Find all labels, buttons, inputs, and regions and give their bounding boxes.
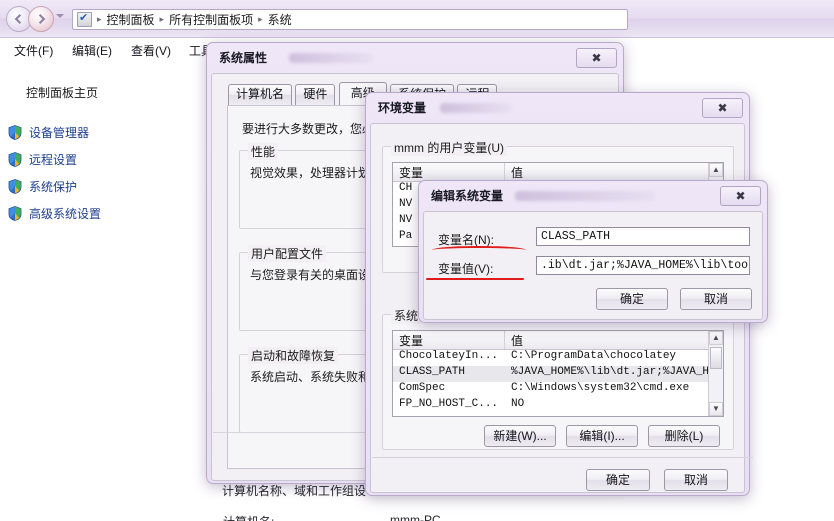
startup-recovery-group-title: 启动和故障恢复 <box>248 347 339 364</box>
computer-name-label: 计算机名: <box>223 513 274 521</box>
user-profiles-description: 与您登录有关的桌面设 <box>250 268 371 282</box>
system-properties-title: 系统属性 <box>219 51 268 65</box>
column-header-variable[interactable]: 变量 <box>393 331 505 349</box>
variable-name: FP_NO_HOST_C... <box>399 398 499 410</box>
computer-name-value: mmm-PC <box>390 513 441 521</box>
variable-name: ChocolateyIn... <box>399 350 499 362</box>
breadcrumb-separator: ▸ <box>258 14 263 24</box>
variable-value-label: 变量值(V): <box>438 262 494 276</box>
sidebar-item-label: 高级系统设置 <box>29 206 102 221</box>
table-row[interactable]: ChocolateyIn... C:\ProgramData\chocolatey <box>393 350 723 366</box>
menu-file[interactable]: 文件(F) <box>14 42 53 59</box>
menu-edit[interactable]: 编辑(E) <box>72 42 112 59</box>
variable-value: NO <box>511 398 525 410</box>
variable-value: C:\Windows\system32\cmd.exe <box>511 382 690 394</box>
environment-variables-titlebar[interactable]: 环境变量 ✖ <box>370 97 745 123</box>
red-annotation-underline-name <box>432 246 526 250</box>
recent-pages-chevron-down-icon[interactable] <box>56 14 64 18</box>
variable-name-input[interactable]: CLASS_PATH <box>536 227 750 246</box>
delete-variable-button[interactable]: 删除(L) <box>648 425 720 447</box>
system-variables-list[interactable]: 变量 值 ChocolateyIn... C:\ProgramData\choco… <box>392 330 724 417</box>
table-row[interactable]: ComSpec C:\Windows\system32\cmd.exe <box>393 382 723 398</box>
back-arrow-icon <box>14 14 25 24</box>
close-icon[interactable]: ✖ <box>576 48 617 68</box>
startup-recovery-description: 系统启动、系统失败和 <box>250 370 371 384</box>
system-variables-group-title: 系统 <box>391 307 422 324</box>
forward-arrow-icon <box>35 14 46 24</box>
scrollbar-thumb[interactable] <box>710 347 722 369</box>
sidebar-item-remote-settings[interactable]: 远程设置 <box>8 149 77 169</box>
menu-view[interactable]: 查看(V) <box>131 42 171 59</box>
sidebar: 控制面板主页 设备管理器 远程设置 系统保护 高级系统设置 <box>0 66 205 521</box>
close-icon[interactable]: ✖ <box>702 98 743 118</box>
system-properties-titlebar[interactable]: 系统属性 ✖ <box>211 47 619 73</box>
variable-value-input[interactable]: .ib\dt.jar;%JAVA_HOME%\lib\tools.jar <box>536 256 750 275</box>
new-variable-button[interactable]: 新建(W)... <box>484 425 556 447</box>
shield-icon <box>8 124 22 140</box>
system-list-scrollbar[interactable]: ▲ ▼ <box>708 331 723 416</box>
breadcrumb-separator: ▸ <box>159 14 165 24</box>
close-icon[interactable]: ✖ <box>720 186 761 206</box>
computer-section-heading: 计算机名称、域和工作组设 <box>222 484 367 498</box>
environment-variables-title: 环境变量 <box>378 101 427 115</box>
shield-icon <box>8 151 22 167</box>
column-header-value[interactable]: 值 <box>505 331 723 349</box>
breadcrumb-item-all-items[interactable]: 所有控制面板项 <box>166 11 256 28</box>
tab-hardware[interactable]: 硬件 <box>295 84 336 105</box>
sidebar-item-system-protection[interactable]: 系统保护 <box>8 176 77 196</box>
user-variables-group-title: mmm 的用户变量(U) <box>391 139 507 156</box>
sidebar-item-label: 设备管理器 <box>29 125 90 140</box>
sidebar-item-device-manager[interactable]: 设备管理器 <box>8 122 89 142</box>
column-header-value[interactable]: 值 <box>505 163 723 181</box>
system-variables-list-header: 变量 值 <box>393 331 723 350</box>
shield-icon <box>8 178 22 194</box>
ok-button[interactable]: 确定 <box>586 469 650 491</box>
performance-description: 视觉效果，处理器计划 <box>250 166 371 180</box>
title-blur-redaction <box>289 53 373 63</box>
scroll-up-arrow-icon[interactable]: ▲ <box>709 331 723 345</box>
scroll-down-arrow-icon[interactable]: ▼ <box>709 402 723 416</box>
edit-system-variable-title: 编辑系统变量 <box>431 189 504 203</box>
tab-computer-name[interactable]: 计算机名 <box>228 84 293 105</box>
sidebar-item-label: 远程设置 <box>29 152 78 167</box>
breadcrumb-item-control-panel[interactable]: 控制面板 <box>104 11 158 28</box>
control-panel-icon <box>77 11 92 27</box>
screen: ▸ 控制面板 ▸ 所有控制面板项 ▸ 系统 文件(F) 编辑(E) 查看(V) … <box>0 0 834 521</box>
title-blur-redaction <box>440 103 512 113</box>
address-bar[interactable]: ▸ 控制面板 ▸ 所有控制面板项 ▸ 系统 <box>72 9 628 30</box>
edit-variable-button[interactable]: 编辑(I)... <box>566 425 638 447</box>
sidebar-item-home[interactable]: 控制面板主页 <box>26 84 98 101</box>
variable-name: CLASS_PATH <box>399 366 466 378</box>
variable-value: %JAVA_HOME%\lib\dt.jar;%JAVA_HO... <box>511 366 723 378</box>
sidebar-item-advanced-system-settings[interactable]: 高级系统设置 <box>8 203 101 223</box>
cancel-button[interactable]: 取消 <box>680 288 752 310</box>
table-row-selected[interactable]: CLASS_PATH %JAVA_HOME%\lib\dt.jar;%JAVA_H… <box>393 366 723 382</box>
ok-button[interactable]: 确定 <box>596 288 668 310</box>
scroll-up-arrow-icon[interactable]: ▲ <box>709 163 723 177</box>
breadcrumb-item-system[interactable]: 系统 <box>265 11 295 28</box>
shield-icon <box>8 205 22 221</box>
user-profiles-group-title: 用户配置文件 <box>248 245 327 262</box>
navigation-buttons <box>6 5 68 33</box>
red-annotation-underline-value <box>426 278 524 280</box>
variable-name: ComSpec <box>399 382 446 394</box>
title-blur-redaction <box>515 191 655 201</box>
cancel-button[interactable]: 取消 <box>664 469 728 491</box>
column-header-variable[interactable]: 变量 <box>393 163 505 181</box>
variable-value: C:\ProgramData\chocolatey <box>511 350 677 362</box>
divider <box>372 457 753 458</box>
performance-group-title: 性能 <box>248 143 279 160</box>
breadcrumb-separator: ▸ <box>97 14 102 24</box>
forward-button[interactable] <box>28 6 54 32</box>
edit-system-variable-body: 变量名(N): CLASS_PATH 变量值(V): .ib\dt.jar;%J… <box>423 211 763 320</box>
table-row[interactable]: FP_NO_HOST_C... NO <box>393 398 723 414</box>
advanced-intro-text: 要进行大多数更改，您必 <box>242 122 375 136</box>
explorer-titlebar: ▸ 控制面板 ▸ 所有控制面板项 ▸ 系统 <box>0 0 834 38</box>
sidebar-item-label: 系统保护 <box>29 179 78 194</box>
edit-system-variable-titlebar[interactable]: 编辑系统变量 ✖ <box>423 185 763 211</box>
edit-system-variable-dialog: 编辑系统变量 ✖ 变量名(N): CLASS_PATH 变量值(V): .ib\… <box>418 180 768 323</box>
